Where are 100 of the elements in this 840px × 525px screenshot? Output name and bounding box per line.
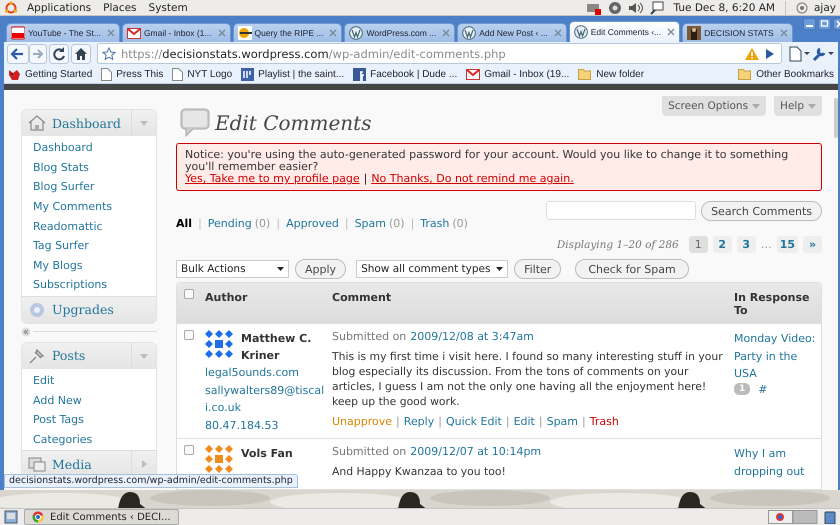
browser-tab[interactable]: Query the RIPE ... <box>232 23 342 42</box>
play-icon[interactable] <box>765 48 775 60</box>
ip-address-link[interactable]: 80.47.184.53 <box>205 416 328 434</box>
page-link[interactable]: 2 <box>712 236 732 254</box>
trash-icon[interactable] <box>824 510 836 524</box>
bookmark[interactable]: Playlist | the saint... <box>241 68 344 81</box>
dropdown[interactable]: Bulk Actions <box>176 260 289 278</box>
other-bookmarks[interactable]: Other Bookmarks <box>738 68 834 80</box>
menu-link[interactable]: Post Tags <box>33 410 156 430</box>
search-button[interactable]: Search Comments <box>701 201 822 222</box>
permalink-link[interactable]: # <box>758 382 768 396</box>
warning-icon[interactable] <box>744 46 760 61</box>
show-desktop-icon[interactable] <box>4 510 18 524</box>
browser-tab[interactable]: YouTube - The St... <box>6 23 120 42</box>
menu-link[interactable]: Subscriptions <box>33 275 156 295</box>
menu-link[interactable]: My Comments <box>33 196 156 217</box>
screen-options-tab[interactable]: Screen Options <box>662 96 766 116</box>
status-filter-link[interactable]: Spam <box>354 217 386 230</box>
notice-link[interactable]: No Thanks, Do not remind me again. <box>371 172 574 186</box>
date-link[interactable]: 2009/12/08 at 3:47am <box>410 330 534 344</box>
row-action-link[interactable]: Spam <box>546 415 578 428</box>
home-icon[interactable] <box>71 44 91 64</box>
menu-link[interactable]: Dashboard <box>33 138 156 158</box>
author-url-link[interactable]: legal5ounds.com <box>205 364 328 382</box>
notice-link[interactable]: Yes, Take me to my profile page <box>185 172 360 186</box>
wrench-icon[interactable] <box>812 46 834 62</box>
checkbox[interactable] <box>184 445 194 456</box>
page-link[interactable]: 1 <box>688 236 708 254</box>
menu-link[interactable]: Blog Surfer <box>33 177 156 197</box>
menu-link[interactable]: Add New <box>33 390 156 410</box>
menu-link[interactable]: Categories <box>33 430 156 450</box>
row-action-link[interactable]: Edit <box>514 415 535 428</box>
close-icon[interactable] <box>329 29 338 38</box>
bookmark[interactable]: NYT Logo <box>172 68 232 81</box>
row-action-link[interactable]: Reply <box>404 415 434 428</box>
taskbar-window-button[interactable]: Edit Comments ‹ DECI... <box>24 509 179 525</box>
status-filter-link[interactable]: Trash <box>420 217 450 230</box>
minimize-icon[interactable] <box>802 18 816 30</box>
date-link[interactable]: 2009/12/07 at 10:14pm <box>410 445 542 458</box>
check-spam-button[interactable]: Check for Spam <box>575 259 689 280</box>
browser-tab[interactable]: Add New Post ‹ ... <box>457 23 567 42</box>
close-icon[interactable] <box>106 29 115 38</box>
bookmark[interactable]: Getting Started <box>8 68 92 81</box>
speaker-icon[interactable] <box>628 0 644 15</box>
panel-menu[interactable]: System <box>146 2 191 14</box>
reload-icon[interactable] <box>49 44 69 64</box>
close-icon[interactable] <box>667 28 676 36</box>
video-site-icon <box>11 26 25 40</box>
post-title-link[interactable]: Monday Video: Party in the USA <box>734 330 819 383</box>
checkbox[interactable] <box>184 330 194 340</box>
browser-tab[interactable]: Gmail - Inbox (1... <box>122 23 230 42</box>
scrollbar[interactable] <box>834 98 838 138</box>
row-action-link[interactable]: Unapprove <box>332 415 392 428</box>
status-filter-link[interactable]: Pending <box>208 217 252 230</box>
panel-menu[interactable]: Places <box>100 2 140 14</box>
clock[interactable]: Tue Dec 8, 6:20 AM <box>674 2 775 14</box>
menu-link[interactable]: Readomattic <box>33 216 156 236</box>
bookmark-star-icon[interactable] <box>102 46 116 61</box>
bookmark[interactable]: Gmail - Inbox (19... <box>466 68 570 80</box>
bookmark[interactable]: Press This <box>101 68 164 81</box>
menu-link[interactable]: Tag Surfer <box>33 236 156 256</box>
panel-menu[interactable]: Applications <box>24 2 94 14</box>
filter-button[interactable]: Filter <box>514 259 562 280</box>
browser-tab[interactable]: DECISION STATS <box>682 23 793 42</box>
checkbox[interactable] <box>184 289 194 300</box>
apply-button[interactable]: Apply <box>295 259 346 280</box>
page-link[interactable]: 15 <box>776 236 798 254</box>
row-action-link[interactable]: Quick Edit <box>446 415 502 428</box>
menu-link[interactable]: Edit <box>33 370 156 390</box>
maximize-icon[interactable] <box>818 18 831 30</box>
menu-link[interactable]: Blog Stats <box>33 158 156 178</box>
post-title-link[interactable]: Why I am dropping out <box>734 445 819 480</box>
dropdown[interactable]: Show all comment types <box>356 260 508 278</box>
status-filter-link[interactable]: All <box>176 217 192 230</box>
page-link[interactable]: 3 <box>736 236 756 254</box>
display-icon[interactable] <box>650 0 664 15</box>
bookmark[interactable]: Facebook | Dude ... <box>353 68 458 81</box>
user-icon[interactable] <box>796 2 808 14</box>
page-link[interactable]: » <box>803 236 822 254</box>
back-icon[interactable] <box>7 44 29 64</box>
browser-tab[interactable]: WordPress.com ... <box>344 23 456 42</box>
separator-text: | <box>438 415 442 428</box>
close-icon[interactable] <box>218 29 226 38</box>
gear-icon[interactable] <box>608 0 622 15</box>
user-name[interactable]: ajay <box>814 2 836 14</box>
close-icon[interactable] <box>442 29 450 38</box>
workspace-switcher-icon[interactable] <box>768 510 818 524</box>
bookmark[interactable]: New folder <box>578 68 644 80</box>
search-field[interactable] <box>546 201 696 220</box>
help-tab[interactable]: Help <box>774 96 822 116</box>
browser-tab[interactable]: Edit Comments ‹... <box>568 21 680 42</box>
author-email-link[interactable]: sallywalters89@tiscali.co.uk <box>205 382 328 417</box>
status-filter-link[interactable]: Approved <box>286 217 339 230</box>
row-action-link[interactable]: Trash <box>590 415 619 428</box>
address-bar[interactable]: https://decisionstats.wordpress.com/wp-admin/edit-comments.php <box>97 43 782 64</box>
close-icon[interactable] <box>780 29 788 38</box>
close-icon[interactable] <box>554 29 562 38</box>
collapse-icon[interactable] <box>21 326 31 337</box>
menu-link[interactable]: My Blogs <box>33 256 156 276</box>
page-menu-icon[interactable] <box>788 46 810 62</box>
